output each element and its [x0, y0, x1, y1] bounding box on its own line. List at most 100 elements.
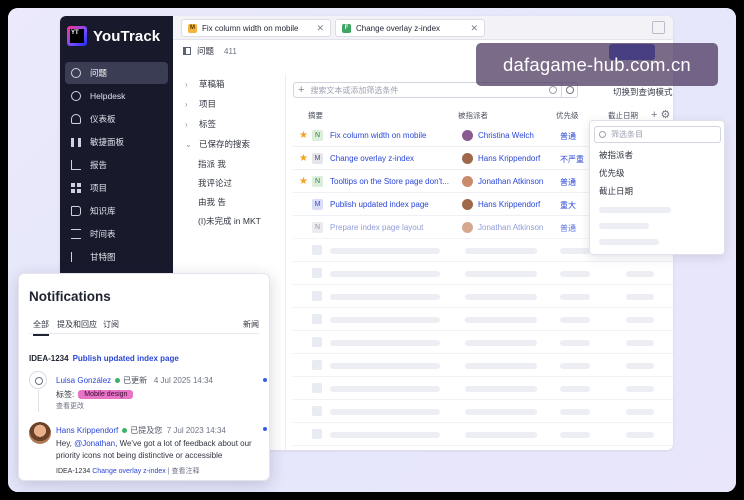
tab-mentions[interactable]: 提及和回应 — [57, 319, 97, 330]
add-filter-icon[interactable]: + — [298, 84, 304, 96]
skeleton-bar — [465, 340, 537, 346]
sidebar-nav: 问题 Helpdesk 仪表板 敏捷面板 报告 项目 知识库 时间表 甘特图 — [65, 62, 168, 269]
skeleton-bar — [465, 294, 537, 300]
priority-value[interactable]: 普通 — [560, 131, 576, 142]
saved-search-reported-by-me[interactable]: 由我 告 — [173, 192, 285, 211]
priority-value[interactable]: 不严重 — [560, 154, 584, 165]
sidebar-item-projects[interactable]: 项目 — [65, 177, 168, 199]
skeleton-bar — [330, 409, 440, 415]
close-icon[interactable]: ✕ — [316, 23, 324, 34]
window-toggle-icon[interactable] — [652, 21, 665, 34]
table-row[interactable]: ★ N Fix column width on mobile Christina… — [293, 124, 593, 147]
sidebar-item-gantt[interactable]: 甘特图 — [65, 246, 168, 268]
column-summary[interactable]: 摘要 — [308, 110, 323, 121]
tabs-divider — [29, 333, 259, 334]
skeleton-bar — [465, 271, 537, 277]
priority-value[interactable]: 普通 — [560, 223, 576, 234]
star-icon[interactable]: ★ — [299, 176, 308, 187]
tab-issue-1[interactable]: M Fix column width on mobile ✕ — [181, 19, 331, 37]
sidebar-item-issues[interactable]: 问题 — [65, 62, 168, 84]
close-icon[interactable]: ✕ — [470, 23, 478, 34]
user-link[interactable]: Hans Krippendorf — [56, 426, 118, 435]
saved-search-commented-by-me[interactable]: 我评论过 — [173, 173, 285, 192]
skeleton-bar — [626, 271, 654, 277]
brand-logo[interactable]: YT YouTrack — [67, 26, 160, 46]
tab-subscriptions[interactable]: 订阅 — [103, 319, 119, 330]
check-circle-icon[interactable] — [549, 86, 557, 94]
star-icon[interactable]: ★ — [299, 130, 308, 141]
star-icon[interactable]: ★ — [299, 153, 308, 164]
mention-link[interactable]: @Jonathan — [74, 439, 115, 448]
skeleton-bar — [465, 363, 537, 369]
assignee-link[interactable]: Jonathan Atkinson — [478, 177, 543, 186]
issue-summary-link[interactable]: Fix column width on mobile — [330, 131, 426, 140]
sidebar-item-label: 报告 — [90, 160, 108, 170]
sidebar-item-reports[interactable]: 报告 — [65, 154, 168, 176]
tree-item-tags[interactable]: › 标签 — [173, 114, 285, 134]
agile-board-icon — [71, 137, 81, 147]
assignee-link[interactable]: Jonathan Atkinson — [478, 223, 543, 232]
sidebar-item-label: 知识库 — [90, 206, 116, 216]
skeleton-row — [293, 285, 673, 308]
skeleton-bar — [560, 271, 590, 277]
panel-toggle-icon[interactable] — [183, 47, 191, 55]
youtrack-logo-icon: YT — [67, 26, 87, 46]
priority-value[interactable]: 重大 — [560, 200, 576, 211]
dropdown-item-priority[interactable]: 优先级 — [599, 167, 625, 179]
priority-value[interactable]: 普通 — [560, 177, 576, 188]
user-link[interactable]: Luisa González — [56, 376, 111, 385]
sidebar-item-agile-boards[interactable]: 敏捷面板 — [65, 131, 168, 153]
tab-issue-2[interactable]: F Change overlay z-index ✕ — [335, 19, 485, 37]
column-filter-input[interactable]: 筛选条目 — [594, 126, 721, 143]
skeleton-bar — [626, 432, 654, 438]
view-changes-link[interactable]: 查看更改 — [56, 401, 84, 411]
sidebar-item-dashboards[interactable]: 仪表板 — [65, 108, 168, 130]
skeleton-bar — [330, 386, 440, 392]
skeleton-row — [293, 262, 673, 285]
table-row[interactable]: M Publish updated index page Hans Krippe… — [293, 193, 593, 216]
issue-summary-link[interactable]: Tooltips on the Store page don't... — [330, 177, 449, 186]
skeleton-row — [293, 423, 673, 446]
issue-summary-link[interactable]: Prepare index page layout — [330, 223, 423, 232]
message-prefix: Hey, — [56, 439, 75, 448]
issue-title-link[interactable]: Publish updated index page — [73, 354, 179, 363]
switch-query-mode-link[interactable]: 切换到查询模式 — [613, 86, 673, 98]
tree-item-saved-searches[interactable]: ⌄ 已保存的搜索 — [173, 134, 285, 154]
unread-dot-icon[interactable] — [263, 427, 267, 431]
issue-type-badge: N — [312, 176, 323, 187]
tree-item-drafts[interactable]: › 草稿箱 — [173, 74, 285, 94]
issue-summary-link[interactable]: Change overlay z-index — [330, 154, 414, 163]
sidebar-item-knowledge-base[interactable]: 知识库 — [65, 200, 168, 222]
dropdown-item-due-date[interactable]: 截止日期 — [599, 185, 633, 197]
assignee-link[interactable]: Hans Krippendorf — [478, 200, 540, 209]
sidebar-item-helpdesk[interactable]: Helpdesk — [65, 85, 168, 107]
unread-dot-icon[interactable] — [263, 378, 267, 382]
tree-item-projects[interactable]: › 项目 — [173, 94, 285, 114]
online-dot-icon — [115, 378, 121, 383]
skeleton-bar — [626, 386, 654, 392]
skeleton-badge — [312, 268, 322, 278]
column-picker-dropdown: 筛选条目 被指派者 优先级 截止日期 — [589, 120, 725, 255]
skeleton-bar — [330, 271, 440, 277]
saved-search-assigned-to-me[interactable]: 指派 我 — [173, 154, 285, 173]
footer-issue-link[interactable]: Change overlay z-index — [92, 468, 166, 475]
issue-summary-link[interactable]: Publish updated index page — [330, 200, 429, 209]
table-row[interactable]: ★ M Change overlay z-index Hans Krippend… — [293, 147, 593, 170]
tab-news[interactable]: 新闻 — [243, 319, 259, 330]
dropdown-item-assignee[interactable]: 被指派者 — [599, 149, 633, 161]
avatar — [462, 222, 473, 233]
view-comment-link[interactable]: 查看注释 — [171, 468, 199, 475]
saved-search-unresolved-mkt[interactable]: (I)未完成 in MKT — [173, 211, 285, 230]
skeleton-bar — [599, 223, 649, 229]
helpdesk-globe-icon — [71, 91, 81, 101]
skeleton-bar — [560, 432, 590, 438]
sidebar-item-timesheets[interactable]: 时间表 — [65, 223, 168, 245]
assignee-link[interactable]: Hans Krippendorf — [478, 154, 540, 163]
table-row[interactable]: ★ N Tooltips on the Store page don't... … — [293, 170, 593, 193]
column-priority[interactable]: 优先级 — [556, 110, 579, 121]
column-assignee[interactable]: 被指派者 — [458, 110, 488, 121]
tag-chip[interactable]: Mobile design — [78, 390, 134, 399]
skeleton-badge — [312, 314, 322, 324]
table-row[interactable]: N Prepare index page layout Jonathan Atk… — [293, 216, 593, 239]
assignee-link[interactable]: Christina Welch — [478, 131, 534, 140]
